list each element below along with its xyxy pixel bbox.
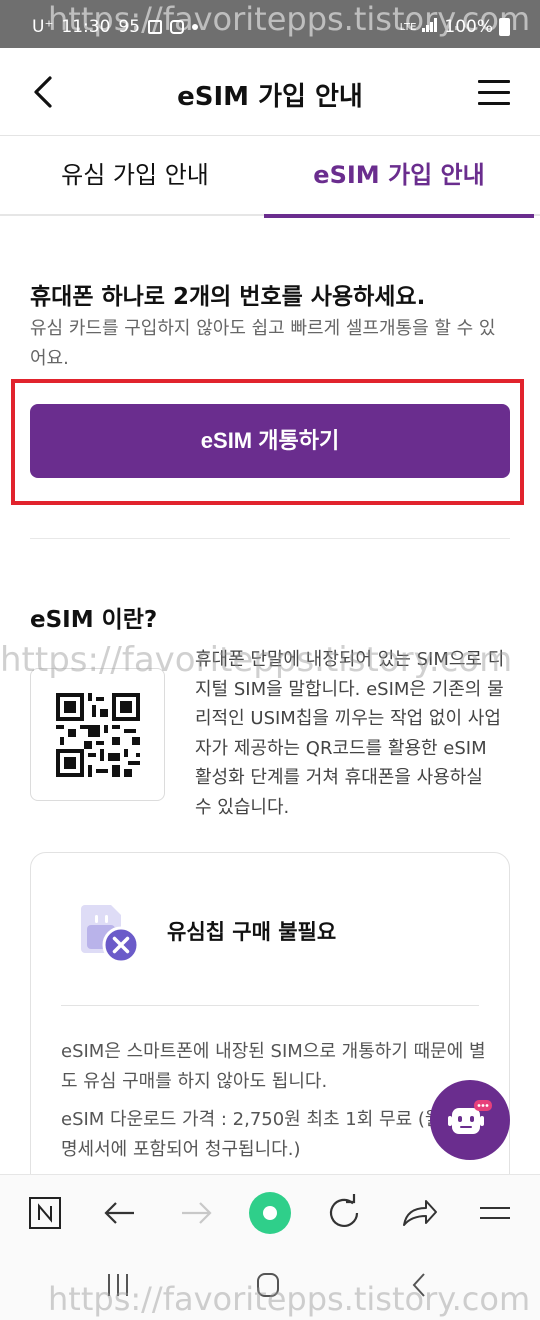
feature-price-text: eSIM 다운로드 가격 : 2,750원 최초 1회 무료 (월 요금명세서에… bbox=[61, 1109, 481, 1160]
divider bbox=[30, 538, 510, 539]
sim-card-x-icon bbox=[79, 899, 140, 964]
hamburger-icon bbox=[478, 80, 510, 83]
tab-usim-guide[interactable]: 유심 가입 안내 bbox=[0, 137, 270, 216]
back-arrow-icon[interactable] bbox=[98, 1191, 142, 1235]
carrier-label: U⁺ bbox=[32, 17, 54, 37]
shopping-bag-icon bbox=[170, 20, 185, 34]
tab-bar: 유심 가입 안내 eSIM 가입 안내 bbox=[0, 137, 540, 218]
esim-description: 휴대폰 단말에 내장되어 있는 SIM으로 디지털 SIM을 말합니다. eSI… bbox=[195, 649, 505, 818]
recent-apps-icon[interactable] bbox=[100, 1270, 136, 1300]
battery-label: 100% bbox=[444, 17, 493, 37]
intro-description: 유심 카드를 구입하지 않아도 쉽고 빠르게 셀프개통을 할 수 있어요. bbox=[30, 318, 496, 369]
qr-code-icon bbox=[56, 693, 140, 777]
back-nav-icon[interactable] bbox=[402, 1270, 438, 1300]
feature-title: 유심칩 구매 불필요 bbox=[167, 920, 337, 944]
forward-arrow-icon[interactable] bbox=[174, 1191, 218, 1235]
tab-esim-guide[interactable]: eSIM 가입 안내 bbox=[264, 137, 534, 218]
chatbot-button[interactable] bbox=[430, 1080, 510, 1160]
refresh-icon[interactable] bbox=[322, 1191, 366, 1235]
status-time: 11:30 bbox=[61, 17, 111, 37]
section-title: eSIM 이란? bbox=[30, 607, 158, 633]
share-icon[interactable] bbox=[398, 1191, 442, 1235]
qr-image-card bbox=[30, 668, 165, 801]
menu-button[interactable] bbox=[478, 78, 510, 106]
intro-title: 휴대폰 하나로 2개의 번호를 사용하세요. bbox=[30, 284, 426, 310]
page-title: eSIM 가입 안내 bbox=[177, 82, 363, 112]
feature-card: 유심칩 구매 불필요 eSIM은 스마트폰에 내장된 SIM으로 개통하기 때문… bbox=[30, 852, 510, 1212]
home-icon[interactable] bbox=[248, 1191, 292, 1235]
n-tab-icon[interactable] bbox=[23, 1191, 67, 1235]
esim-activate-button[interactable]: eSIM 개통하기 bbox=[30, 404, 510, 478]
status-bar: U⁺ 11:30 95 LTE 100% bbox=[0, 0, 540, 48]
chatbot-robot-icon bbox=[448, 1100, 492, 1134]
system-nav-bar bbox=[0, 1250, 540, 1320]
feature-divider bbox=[61, 1005, 479, 1006]
signal-icon bbox=[422, 17, 438, 37]
menu-icon[interactable] bbox=[472, 1191, 516, 1235]
gallery-icon bbox=[148, 20, 163, 34]
browser-toolbar bbox=[0, 1174, 540, 1250]
app-header: eSIM 가입 안내 bbox=[0, 48, 540, 136]
home-nav-icon[interactable] bbox=[250, 1270, 286, 1300]
network-label: LTE bbox=[399, 21, 417, 33]
notification-dot-icon bbox=[192, 24, 199, 30]
feature-text: eSIM은 스마트폰에 내장된 SIM으로 개통하기 때문에 별도 유심 구매를… bbox=[61, 1041, 486, 1092]
status-extra: 95 bbox=[118, 17, 141, 37]
battery-icon bbox=[499, 18, 510, 36]
